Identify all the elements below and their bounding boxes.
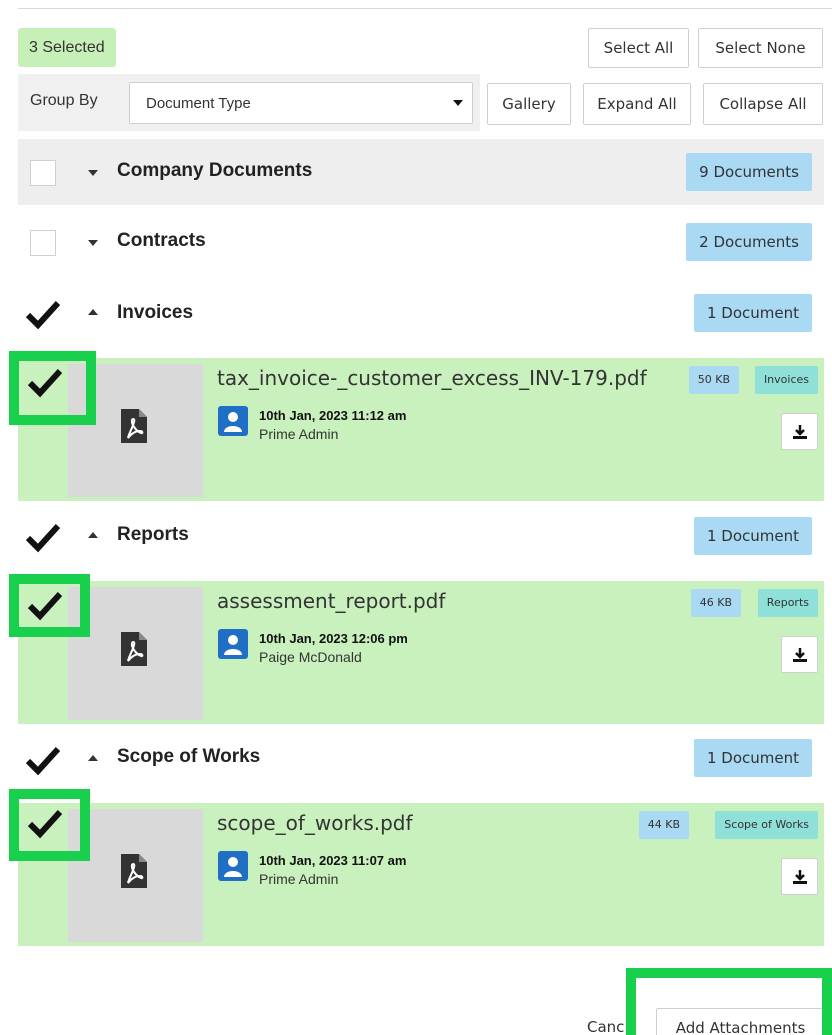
download-icon [793, 648, 807, 662]
selected-count-badge: 3 Selected [18, 28, 116, 67]
document-card[interactable]: tax_invoice-_customer_excess_INV-179.pdf… [18, 358, 824, 501]
document-date: 10th Jan, 2023 11:12 am [259, 408, 407, 423]
group-count-badge: 1 Document [693, 517, 812, 555]
document-uploader: Prime Admin [259, 426, 339, 442]
top-divider [18, 8, 832, 9]
group-title: Contracts [117, 230, 206, 251]
download-icon [793, 425, 807, 439]
group-row-invoices[interactable]: Invoices 1 Document [18, 280, 824, 346]
group-title: Reports [117, 524, 189, 545]
document-uploader: Prime Admin [259, 871, 339, 887]
pdf-icon [121, 409, 147, 443]
group-title: Invoices [117, 302, 194, 323]
chevron-up-icon[interactable] [88, 532, 98, 538]
user-avatar-icon [218, 629, 248, 659]
checkmark-icon[interactable] [26, 746, 60, 776]
highlight-add-attachments [626, 968, 832, 1035]
highlight-document-checkbox[interactable] [9, 351, 96, 425]
document-uploader: Paige McDonald [259, 649, 362, 665]
chevron-down-icon[interactable] [88, 240, 98, 246]
document-type-badge: Scope of Works [715, 811, 818, 839]
document-card[interactable]: scope_of_works.pdf 10th Jan, 2023 11:07 … [18, 803, 824, 946]
group-count-badge: 9 Documents [686, 153, 812, 191]
checkmark-icon[interactable] [28, 368, 62, 398]
group-by-select[interactable]: Document Type [129, 82, 473, 124]
checkmark-icon[interactable] [28, 591, 62, 621]
pdf-icon [121, 632, 147, 666]
select-none-button[interactable]: Select None [698, 28, 823, 68]
document-date: 10th Jan, 2023 12:06 pm [259, 631, 408, 646]
expand-all-button[interactable]: Expand All [583, 83, 691, 125]
chevron-up-icon[interactable] [88, 309, 98, 315]
select-all-button[interactable]: Select All [588, 28, 689, 68]
download-button[interactable] [781, 858, 818, 895]
document-name[interactable]: scope_of_works.pdf [217, 811, 413, 835]
document-date: 10th Jan, 2023 11:07 am [259, 853, 407, 868]
cancel-button[interactable]: Canc [587, 1018, 624, 1035]
chevron-down-icon[interactable] [88, 170, 98, 176]
group-count-badge: 1 Document [693, 294, 812, 332]
group-by-value: Document Type [146, 95, 251, 112]
download-icon [793, 870, 807, 884]
group-checkbox[interactable] [30, 230, 56, 256]
document-size-badge: 44 KB [638, 811, 689, 839]
pdf-icon [121, 854, 147, 888]
chevron-up-icon[interactable] [88, 755, 98, 761]
document-name[interactable]: assessment_report.pdf [217, 589, 445, 613]
dropdown-caret-icon [453, 100, 463, 106]
checkmark-icon[interactable] [28, 809, 62, 839]
document-name[interactable]: tax_invoice-_customer_excess_INV-179.pdf [217, 366, 647, 390]
group-row-contracts[interactable]: Contracts 2 Documents [18, 209, 824, 275]
document-type-badge: Invoices [754, 366, 818, 394]
group-row-scope-of-works[interactable]: Scope of Works 1 Document [18, 726, 824, 792]
group-by-label: Group By [30, 92, 98, 109]
download-button[interactable] [781, 413, 818, 450]
checkmark-icon[interactable] [26, 300, 60, 330]
group-row-reports[interactable]: Reports 1 Document [18, 503, 824, 569]
document-size-badge: 50 KB [688, 366, 739, 394]
user-avatar-icon [218, 851, 248, 881]
checkmark-icon[interactable] [26, 523, 60, 553]
document-size-badge: 46 KB [690, 589, 741, 617]
group-by-bar: Group By Document Type [18, 74, 480, 131]
group-title: Company Documents [117, 160, 313, 181]
document-type-badge: Reports [757, 589, 818, 617]
collapse-all-button[interactable]: Collapse All [703, 83, 823, 125]
download-button[interactable] [781, 636, 818, 673]
group-title: Scope of Works [117, 746, 261, 767]
document-card[interactable]: assessment_report.pdf 10th Jan, 2023 12:… [18, 581, 824, 724]
group-count-badge: 2 Documents [686, 223, 812, 261]
group-checkbox[interactable] [30, 160, 56, 186]
gallery-button[interactable]: Gallery [487, 83, 571, 125]
highlight-document-checkbox[interactable] [9, 574, 90, 637]
group-count-badge: 1 Document [693, 739, 812, 777]
highlight-document-checkbox[interactable] [9, 789, 90, 861]
user-avatar-icon [218, 406, 248, 436]
group-row-company-documents[interactable]: Company Documents 9 Documents [18, 139, 824, 205]
